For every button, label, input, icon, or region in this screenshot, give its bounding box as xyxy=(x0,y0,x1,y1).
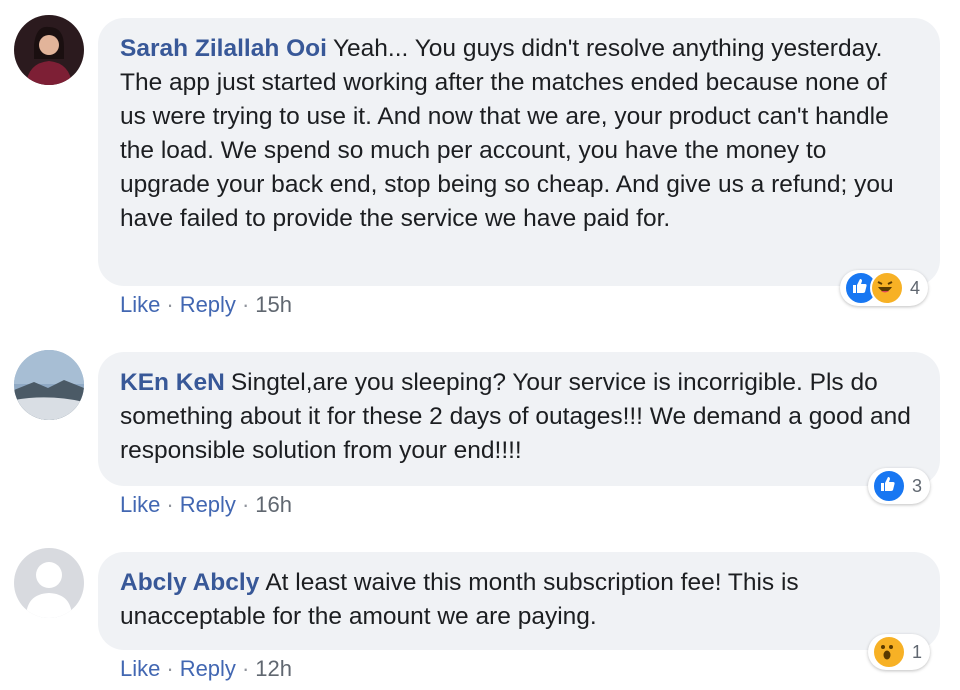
comment-actions: Like · Reply · 12h xyxy=(120,656,292,682)
comment-actions: Like · Reply · 15h xyxy=(120,292,292,318)
comment-actions: Like · Reply · 16h xyxy=(120,492,292,518)
reaction-count: 3 xyxy=(912,475,923,496)
comment-time[interactable]: 12h xyxy=(255,656,292,681)
comment-bubble: KEn KeN Singtel,are you sleeping? Your se… xyxy=(98,352,940,486)
avatar[interactable] xyxy=(14,548,84,618)
like-link[interactable]: Like xyxy=(120,292,160,317)
separator: · xyxy=(241,492,250,517)
comment-author[interactable]: Abcly Abcly xyxy=(120,569,259,596)
reactions-summary[interactable]: 3 xyxy=(868,468,931,504)
reply-link[interactable]: Reply xyxy=(180,656,236,681)
comment-time[interactable]: 16h xyxy=(255,492,292,517)
like-link[interactable]: Like xyxy=(120,656,160,681)
comment-bubble: Abcly Abcly At least waive this month sub… xyxy=(98,552,940,650)
avatar[interactable] xyxy=(14,15,84,85)
haha-icon xyxy=(870,271,904,305)
reply-link[interactable]: Reply xyxy=(180,492,236,517)
comment-text: Singtel,are you sleeping? Your service i… xyxy=(120,369,911,464)
reaction-count: 4 xyxy=(910,277,921,298)
comment-time[interactable]: 15h xyxy=(255,292,292,317)
separator: · xyxy=(166,656,174,681)
separator: · xyxy=(241,656,250,681)
reaction-count: 1 xyxy=(912,641,923,662)
reactions-summary[interactable]: 1 xyxy=(868,634,931,670)
wow-icon xyxy=(872,635,906,669)
like-icon xyxy=(872,469,906,503)
separator: · xyxy=(241,292,250,317)
avatar[interactable] xyxy=(14,350,84,420)
reactions-summary[interactable]: 4 xyxy=(840,270,929,306)
separator: · xyxy=(166,292,174,317)
reply-link[interactable]: Reply xyxy=(180,292,236,317)
separator: · xyxy=(166,492,174,517)
comment-author[interactable]: KEn KeN xyxy=(120,369,225,396)
comment-author[interactable]: Sarah Zilallah Ooi xyxy=(120,35,327,62)
comment-text: Yeah... You guys didn't resolve anything… xyxy=(120,35,894,232)
like-link[interactable]: Like xyxy=(120,492,160,517)
comment-bubble: Sarah Zilallah Ooi Yeah... You guys didn'… xyxy=(98,18,940,286)
